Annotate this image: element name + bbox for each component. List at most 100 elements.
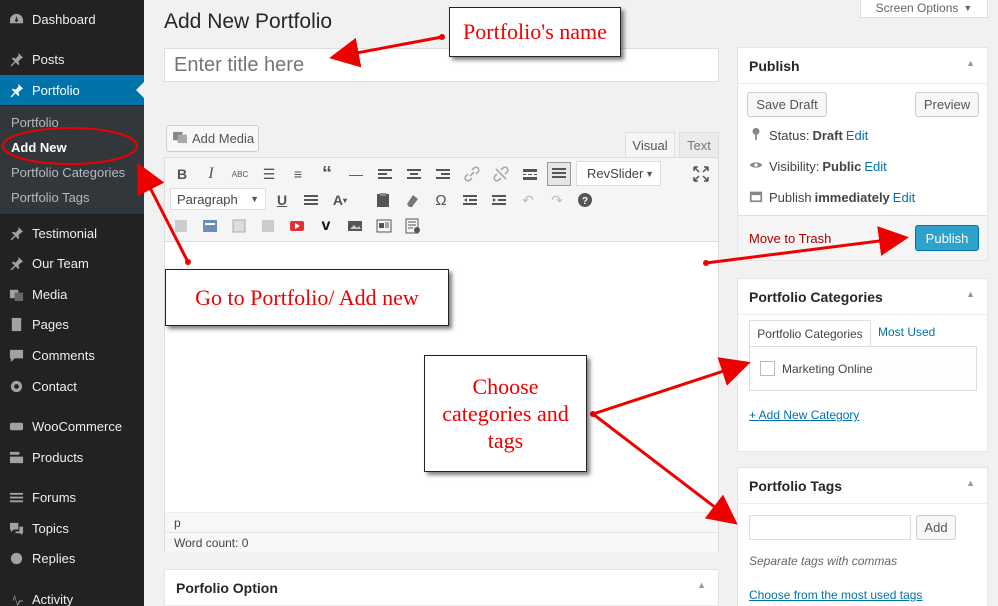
- chevron-down-icon: ▼: [250, 194, 259, 204]
- redo-icon[interactable]: ↷: [546, 189, 568, 211]
- text-color-icon[interactable]: A ▾: [329, 189, 351, 211]
- shortcode-icon[interactable]: [170, 215, 192, 237]
- undo-icon[interactable]: ↶: [517, 189, 539, 211]
- sidebar-item-posts[interactable]: Posts: [0, 44, 144, 74]
- sidebar-item-pages[interactable]: Pages: [0, 309, 144, 339]
- toolbar-toggle-icon[interactable]: [547, 162, 571, 186]
- save-draft-button[interactable]: Save Draft: [747, 92, 827, 117]
- page-title: Add New Portfolio: [164, 10, 333, 33]
- collapse-icon[interactable]: ▲: [966, 478, 975, 488]
- submenu-item-portfolio[interactable]: Portfolio: [11, 115, 59, 130]
- sidebar-item-contact[interactable]: Contact: [0, 371, 144, 401]
- sidebar-item-portfolio[interactable]: Portfolio: [0, 75, 144, 105]
- collapse-icon[interactable]: ▲: [966, 58, 975, 68]
- slider-icon[interactable]: [199, 215, 221, 237]
- add-new-category-link[interactable]: + Add New Category: [749, 408, 859, 422]
- horizontal-rule-icon[interactable]: —: [345, 163, 367, 185]
- portfolio-option-title[interactable]: Porfolio Option: [165, 570, 718, 606]
- publish-box-title[interactable]: Publish: [738, 48, 987, 84]
- tab-text[interactable]: Text: [679, 132, 719, 158]
- form-icon[interactable]: [402, 215, 424, 237]
- image-icon[interactable]: [344, 215, 366, 237]
- format-select-value: Paragraph: [177, 191, 238, 207]
- sidebar-item-woocommerce[interactable]: WooCommerce: [0, 411, 144, 441]
- sidebar-item-comments[interactable]: Comments: [0, 340, 144, 370]
- edit-status-link[interactable]: Edit: [846, 128, 868, 143]
- sidebar-item-label: Forums: [32, 489, 77, 505]
- publish-box: Publish ▲ Save Draft Preview Status: Dra…: [737, 47, 988, 261]
- collapse-icon[interactable]: ▲: [966, 289, 975, 299]
- strikethrough-icon[interactable]: ABC: [229, 163, 251, 185]
- blockquote-icon[interactable]: “: [316, 163, 338, 185]
- collapse-icon[interactable]: ▲: [697, 580, 706, 590]
- edit-visibility-link[interactable]: Edit: [864, 159, 886, 174]
- read-more-icon[interactable]: [519, 163, 541, 185]
- sidebar-item-label: Dashboard: [32, 11, 96, 27]
- sidebar-item-label: WooCommerce: [32, 418, 123, 434]
- paste-text-icon[interactable]: [372, 189, 394, 211]
- tag-input[interactable]: [749, 515, 911, 540]
- tab-all-categories[interactable]: Portfolio Categories: [749, 320, 871, 347]
- tab-most-used[interactable]: Most Used: [878, 325, 935, 339]
- sidebar-item-replies[interactable]: Replies: [0, 543, 144, 573]
- move-to-trash-link[interactable]: Move to Trash: [749, 231, 831, 246]
- category-checklist: Marketing Online: [749, 346, 977, 391]
- visibility-label: Visibility:: [769, 159, 820, 174]
- align-center-icon[interactable]: [403, 163, 425, 185]
- choose-tags-link[interactable]: Choose from the most used tags: [749, 588, 922, 602]
- add-tag-button[interactable]: Add: [916, 515, 956, 540]
- add-media-button[interactable]: Add Media: [166, 125, 259, 152]
- justify-icon[interactable]: [300, 189, 322, 211]
- media-icon: [8, 286, 24, 302]
- align-right-icon[interactable]: [432, 163, 454, 185]
- submenu-item-add-new[interactable]: Add New: [11, 140, 67, 155]
- table-icon[interactable]: [228, 215, 250, 237]
- editor-path: p: [165, 512, 718, 532]
- categories-box-title[interactable]: Portfolio Categories: [738, 279, 987, 315]
- revslider-dropdown[interactable]: RevSlider ▼: [576, 161, 661, 186]
- sidebar-item-label: Testimonial: [32, 225, 98, 241]
- sidebar-item-dashboard[interactable]: Dashboard: [0, 4, 144, 34]
- callout-go-to-add-new: Go to Portfolio/ Add new: [165, 269, 449, 326]
- link-icon[interactable]: [461, 163, 483, 185]
- sidebar-item-our-team[interactable]: Our Team: [0, 248, 144, 278]
- vimeo-icon[interactable]: v: [315, 215, 337, 237]
- checklist-icon[interactable]: [257, 215, 279, 237]
- italic-icon[interactable]: I: [200, 163, 222, 185]
- screen-options-button[interactable]: Screen Options ▼: [860, 0, 988, 18]
- unlink-icon[interactable]: [490, 163, 512, 185]
- tags-box-title[interactable]: Portfolio Tags: [738, 468, 987, 504]
- publish-button[interactable]: Publish: [915, 225, 979, 251]
- indent-icon[interactable]: [488, 189, 510, 211]
- sidebar-item-products[interactable]: Products: [0, 442, 144, 472]
- clear-formatting-icon[interactable]: [401, 189, 423, 211]
- title-input[interactable]: Enter title here: [164, 48, 719, 82]
- sidebar-item-testimonial[interactable]: Testimonial: [0, 218, 144, 248]
- outdent-icon[interactable]: [459, 189, 481, 211]
- preview-button[interactable]: Preview: [915, 92, 979, 117]
- youtube-icon[interactable]: [286, 215, 308, 237]
- document-icon[interactable]: [373, 215, 395, 237]
- bold-icon[interactable]: B: [171, 163, 193, 185]
- format-select[interactable]: Paragraph ▼: [170, 188, 266, 210]
- submenu-item-portfolio-categories[interactable]: Portfolio Categories: [11, 165, 125, 180]
- help-icon[interactable]: ?: [574, 189, 596, 211]
- bullet-list-icon[interactable]: ☰: [258, 163, 280, 185]
- underline-icon[interactable]: U: [271, 189, 293, 211]
- sidebar-item-activity[interactable]: Activity: [0, 584, 144, 606]
- sidebar-item-label: Activity: [32, 591, 74, 606]
- align-left-icon[interactable]: [374, 163, 396, 185]
- portfolio-submenu: Portfolio Add New Portfolio Categories P…: [0, 106, 144, 214]
- category-checkbox[interactable]: [760, 361, 775, 376]
- sidebar-item-forums[interactable]: Forums: [0, 482, 144, 512]
- callout-choose-categories: Choose categories and tags: [424, 355, 587, 472]
- submenu-item-portfolio-tags[interactable]: Portfolio Tags: [11, 190, 90, 205]
- numbered-list-icon[interactable]: ≡: [287, 163, 309, 185]
- sidebar-item-media[interactable]: Media: [0, 279, 144, 309]
- tab-visual[interactable]: Visual: [625, 132, 675, 158]
- edit-date-link[interactable]: Edit: [893, 190, 915, 205]
- fullscreen-icon[interactable]: [690, 163, 712, 185]
- special-character-icon[interactable]: Ω: [430, 189, 452, 211]
- sidebar-item-label: Replies: [32, 550, 76, 566]
- sidebar-item-topics[interactable]: Topics: [0, 513, 144, 543]
